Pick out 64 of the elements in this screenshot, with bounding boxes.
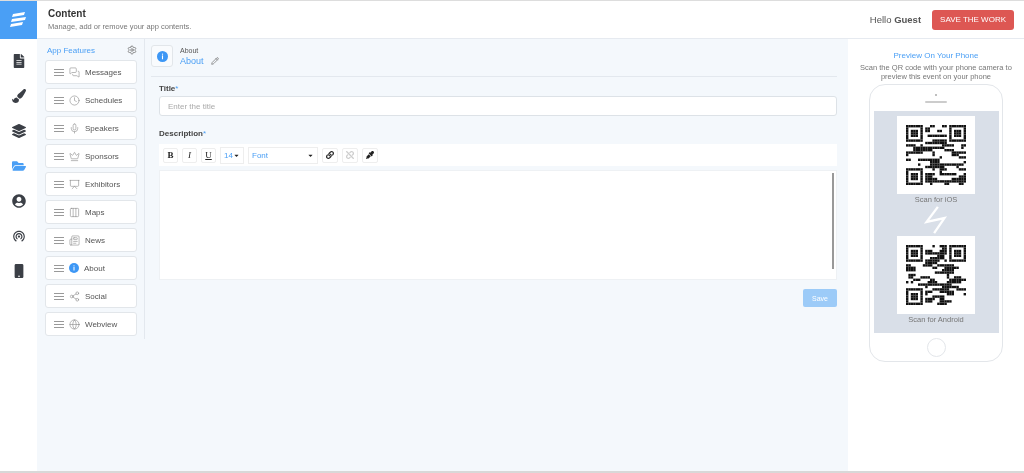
feature-item[interactable]: Social xyxy=(45,284,137,308)
user-icon xyxy=(11,194,26,208)
info-icon xyxy=(156,50,168,62)
document-icon xyxy=(11,54,26,68)
qr-code xyxy=(906,125,966,185)
nav-button[interactable] xyxy=(11,229,26,243)
drag-handle-icon xyxy=(54,68,64,76)
columns-icon xyxy=(69,206,80,218)
underline-button[interactable]: U xyxy=(201,147,216,163)
feature-name: About xyxy=(180,55,204,66)
drag-handle-icon xyxy=(54,320,64,328)
feature-item[interactable]: About xyxy=(45,256,137,280)
chat-icon xyxy=(69,66,80,78)
feature-item[interactable]: News xyxy=(45,228,137,252)
bold-button[interactable]: B xyxy=(163,147,178,163)
nav-button[interactable] xyxy=(11,194,26,208)
feature-item[interactable]: Exhibitors xyxy=(45,172,137,196)
feature-item[interactable]: Messages xyxy=(45,60,137,84)
link-icon xyxy=(326,151,334,159)
drag-handle-icon xyxy=(54,264,64,272)
drag-handle-icon xyxy=(54,152,64,160)
microphone-icon xyxy=(69,122,80,134)
app-logo[interactable] xyxy=(0,1,37,39)
title-field[interactable]: Enter the title xyxy=(159,96,837,116)
features-title: App Features xyxy=(47,45,96,55)
drag-handle-icon xyxy=(54,180,64,188)
unlink-icon xyxy=(346,151,354,159)
nav-button[interactable] xyxy=(11,89,26,103)
save-work-button[interactable]: SAVE THE WORK xyxy=(932,9,1014,30)
nav-button[interactable] xyxy=(11,124,26,138)
feature-item[interactable]: Schedules xyxy=(45,88,137,112)
globe-icon xyxy=(69,318,80,330)
drag-handle-icon xyxy=(54,124,64,132)
folder-icon xyxy=(11,159,26,173)
qr-code xyxy=(906,245,966,305)
presentation-icon xyxy=(69,178,80,190)
brush-icon xyxy=(11,89,26,103)
feature-item[interactable]: Speakers xyxy=(45,116,137,140)
greeting: Hello Guest xyxy=(869,14,922,25)
feature-item[interactable]: Maps xyxy=(45,200,137,224)
layers-icon xyxy=(11,124,26,138)
color-button[interactable] xyxy=(362,147,378,163)
nav-button[interactable] xyxy=(11,54,26,68)
clock-icon xyxy=(69,94,80,106)
share-icon xyxy=(69,290,80,302)
scrollbar[interactable] xyxy=(832,173,834,269)
eyedropper-icon xyxy=(366,151,374,159)
field-label: Title* xyxy=(159,84,180,93)
drag-handle-icon xyxy=(54,236,64,244)
italic-button[interactable]: I xyxy=(182,147,197,163)
feature-item[interactable]: Sponsors xyxy=(45,144,137,168)
info-icon xyxy=(69,263,79,273)
preview-title: Preview On Your Phone xyxy=(893,51,979,60)
logo-icon xyxy=(10,12,27,27)
crown-icon xyxy=(69,150,80,162)
drag-handle-icon xyxy=(54,208,64,216)
field-label: Description* xyxy=(159,129,208,138)
page-title: Content xyxy=(48,8,87,19)
feature-item[interactable]: Webview xyxy=(45,312,137,336)
drag-handle-icon xyxy=(54,292,64,300)
link-button[interactable] xyxy=(322,147,338,163)
newspaper-icon xyxy=(69,234,80,246)
drag-handle-icon xyxy=(54,96,64,104)
broadcast-icon xyxy=(11,229,26,243)
